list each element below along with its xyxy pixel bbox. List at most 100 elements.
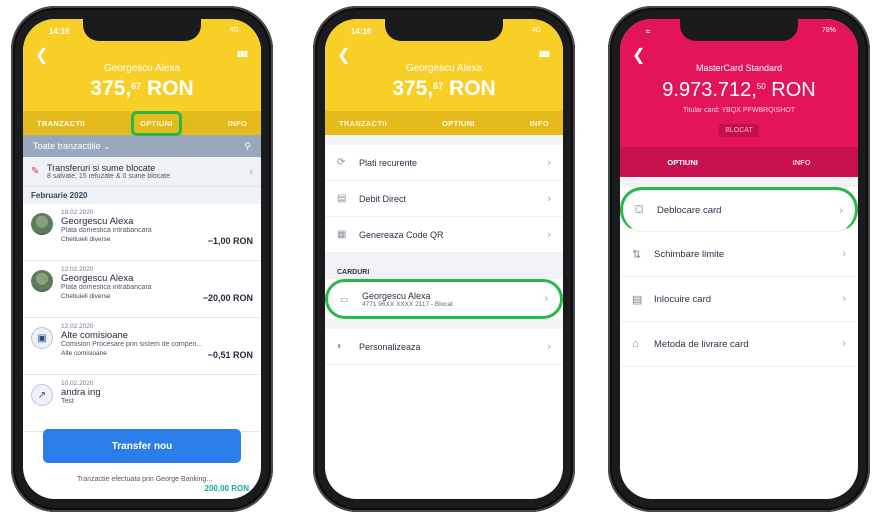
notch — [385, 19, 503, 41]
spacer — [620, 177, 858, 187]
options-list: ⟳ Plati recurente › ▤ Debit Direct › ▦ G… — [325, 145, 563, 253]
option-delivery-method[interactable]: ⌂ Metoda de livrare card › — [620, 322, 858, 367]
blocked-subtitle: 8 salvate, 15 refuzate & 0 sume blocate — [47, 173, 170, 180]
table-row[interactable]: 12.02.2020 Georgescu Alexa Plata domesti… — [23, 261, 261, 318]
chevron-right-icon: › — [544, 293, 548, 305]
status-badge: BLOCAT — [719, 124, 759, 137]
status-time: 14:16 — [49, 27, 70, 36]
phone-screen: 14:16 4G ❮ ▮▮▮ Georgescu Alexa 375,67 RO… — [325, 19, 563, 499]
transaction-filter[interactable]: Toate tranzactiile ⌄ ⚲ — [23, 135, 261, 157]
option-personalize[interactable]: ◐ Personalizeaza › — [325, 329, 563, 365]
transaction-sub: Test — [61, 398, 74, 405]
tab-tranzactii[interactable]: TRANZACTII — [31, 114, 91, 133]
account-balance: 375,67 RON — [325, 77, 563, 111]
balance-int: 9.973.712, — [662, 79, 757, 101]
transaction-name: Alte comisioane — [61, 330, 129, 341]
credit-card-icon: ▭ — [340, 293, 349, 304]
transaction-sub: Plata domestica intrabancara — [61, 227, 152, 234]
month-header: Februarie 2020 — [23, 187, 261, 204]
option-label: Deblocare card — [657, 205, 722, 216]
bank-fee-icon: ▣ — [31, 327, 53, 349]
tab-info[interactable]: INFO — [222, 114, 253, 133]
chevron-right-icon: › — [547, 228, 551, 241]
tab-optiuni[interactable]: OPTIUNI — [436, 114, 481, 133]
transaction-name: andra ing — [61, 387, 101, 398]
spacer — [325, 319, 563, 329]
card-number-status: 4771 96XX XXXX 2117 - Blocat — [362, 300, 453, 308]
chart-bars-icon[interactable]: ▮▮▮ — [539, 49, 550, 58]
option-label: Debit Direct — [359, 193, 407, 204]
card-balance: 9.973.712,50 RON — [620, 79, 858, 102]
qr-code-icon: ▦ — [337, 229, 347, 240]
back-icon[interactable]: ❮ — [337, 45, 350, 65]
transaction-category: Cheltuieli diverse — [61, 236, 111, 243]
transaction-body: 18.02.2020 Georgescu Alexa Plata domesti… — [61, 209, 253, 255]
transaction-body: 12.02.2020 Alte comisioane Comision Proc… — [61, 323, 253, 369]
card-tabs: OPTIUNI INFO — [620, 147, 858, 177]
notch — [83, 19, 201, 41]
blocked-transfers-row[interactable]: ✎ Transferuri si sume blocate 8 salvate,… — [23, 157, 261, 187]
wifi-icon: ≈ — [646, 27, 651, 36]
chevron-down-icon: ⌄ — [103, 140, 111, 151]
tab-info[interactable]: INFO — [524, 114, 555, 133]
signal-icon: 4G — [531, 27, 541, 34]
chevron-right-icon: › — [842, 293, 846, 305]
card-replace-icon: ▤ — [632, 293, 643, 306]
table-row[interactable]: ▣ 12.02.2020 Alte comisioane Comision Pr… — [23, 318, 261, 375]
transaction-amount: −0,51 RON — [207, 350, 253, 360]
table-row[interactable]: 18.02.2020 Georgescu Alexa Plata domesti… — [23, 204, 261, 261]
transaction-name: Georgescu Alexa — [61, 216, 134, 227]
account-tabs: TRANZACTII OPTIUNI INFO — [325, 111, 563, 135]
lock-icon: ⛋ — [635, 204, 644, 216]
option-label: Schimbare limite — [654, 248, 725, 260]
notch — [680, 19, 798, 41]
chevron-right-icon: › — [842, 248, 846, 260]
balance-int: 375, — [392, 77, 434, 100]
option-direct-debit[interactable]: ▤ Debit Direct › — [325, 181, 563, 217]
back-icon[interactable]: ❮ — [632, 45, 645, 65]
balance-int: 375, — [90, 77, 132, 100]
table-row[interactable]: ↗ 10.02.2020 andra ing Test — [23, 375, 261, 432]
transfer-new-button[interactable]: Transfer nou — [43, 429, 241, 463]
transaction-category: Alte comisioane — [61, 350, 107, 357]
chevron-right-icon: › — [547, 192, 551, 205]
transaction-date: 12.02.2020 — [61, 266, 94, 273]
balance-currency: RON — [771, 79, 816, 101]
transaction-date: 12.02.2020 — [61, 323, 94, 330]
option-generate-qr[interactable]: ▦ Genereaza Code QR › — [325, 217, 563, 253]
balance-dec: 67 — [433, 81, 444, 91]
option-replace-card[interactable]: ▤ Inlocuire card › — [620, 277, 858, 322]
phone-card-options: ≈ 78% ❮ MasterCard Standard 9.973.712,50… — [608, 6, 870, 512]
chevron-right-icon: › — [547, 340, 551, 353]
blocked-title: Transferuri si sume blocate — [47, 163, 156, 173]
tab-tranzactii[interactable]: TRANZACTII — [333, 114, 393, 133]
transaction-bottom: Alte comisioane −0,51 RON — [61, 350, 253, 360]
account-balance: 375,67 RON — [23, 77, 261, 111]
card-row[interactable]: ▭ Georgescu Alexa 4771 96XX XXXX 2117 - … — [325, 279, 563, 319]
back-icon[interactable]: ❮ — [35, 45, 48, 65]
search-icon[interactable]: ⚲ — [244, 141, 251, 152]
screenshot-stage: 14:16 4G ❮ ▮▮▮ Georgescu Alexa 375,67 RO… — [0, 0, 878, 516]
chevron-right-icon: › — [249, 165, 253, 178]
option-unblock-card[interactable]: ⛋ Deblocare card › — [620, 187, 858, 232]
edit-icon: ✎ — [31, 166, 40, 177]
option-change-limits[interactable]: ⇅ Schimbare limite › — [620, 232, 858, 277]
transaction-bottom: Cheltuieli diverse −1,00 RON — [61, 236, 253, 246]
avatar — [31, 270, 53, 292]
option-label: Personalizeaza — [359, 341, 421, 352]
card-holder-name: Georgescu Alexa — [362, 290, 431, 301]
chart-bars-icon[interactable]: ▮▮▮ — [237, 49, 248, 58]
balance-dec: 67 — [131, 81, 142, 91]
option-recurring-payments[interactable]: ⟳ Plati recurente › — [325, 145, 563, 181]
chevron-right-icon: › — [839, 204, 843, 217]
tab-info[interactable]: INFO — [793, 158, 811, 167]
filter-label: Toate tranzactiile ⌄ — [33, 141, 111, 152]
chevron-right-icon: › — [547, 156, 551, 169]
phone-transactions: 14:16 4G ❮ ▮▮▮ Georgescu Alexa 375,67 RO… — [11, 6, 273, 512]
transaction-body: 12.02.2020 Georgescu Alexa Plata domesti… — [61, 266, 253, 312]
arrows-updown-icon: ⇅ — [632, 248, 642, 261]
transaction-name: Georgescu Alexa — [61, 273, 134, 284]
tab-optiuni[interactable]: OPTIUNI — [131, 110, 182, 136]
phone-screen: 14:16 4G ❮ ▮▮▮ Georgescu Alexa 375,67 RO… — [23, 19, 261, 499]
tab-optiuni[interactable]: OPTIUNI — [667, 158, 697, 167]
